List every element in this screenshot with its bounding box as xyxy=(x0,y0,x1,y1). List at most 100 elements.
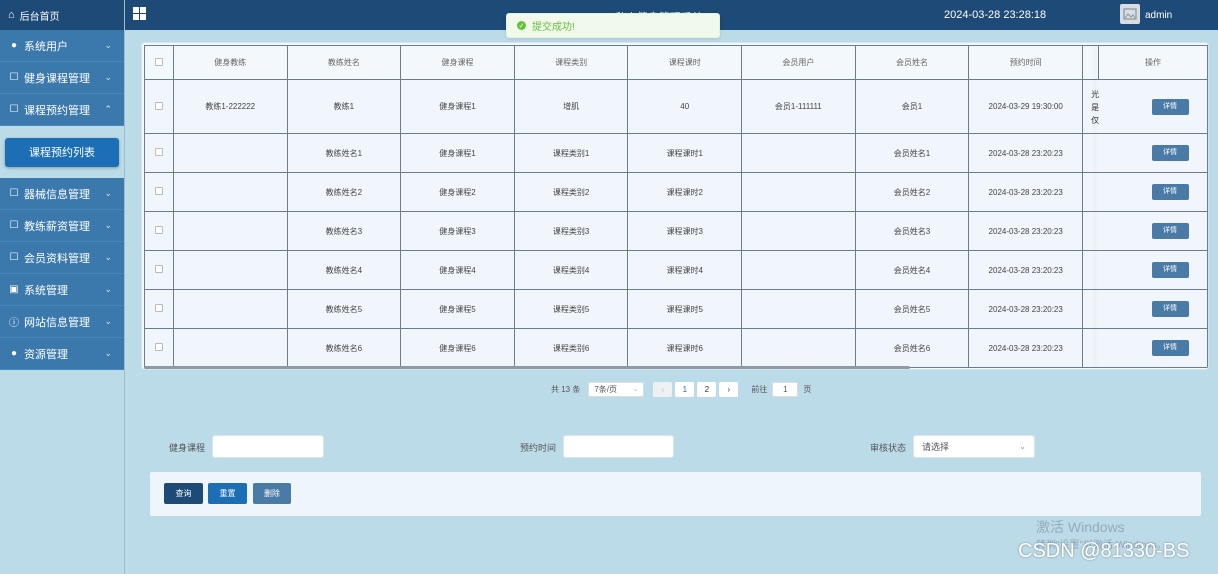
row-checkbox[interactable] xyxy=(154,101,163,110)
row-select-cell[interactable] xyxy=(144,328,174,368)
detail-button[interactable]: 详情 xyxy=(1151,184,1189,200)
row-checkbox[interactable] xyxy=(154,187,163,195)
row-checkbox[interactable] xyxy=(154,265,163,273)
row-select-cell[interactable] xyxy=(144,250,174,290)
table-cell: 健身课程1 xyxy=(400,133,515,173)
sidebar-item-system-users[interactable]: ● 系统用户 ⌄ xyxy=(0,30,124,62)
table-cell: 教练姓名6 xyxy=(286,328,402,368)
document-icon: ☐ xyxy=(9,220,19,231)
next-page-button[interactable]: › xyxy=(719,381,739,397)
delete-button[interactable]: 删除 xyxy=(253,483,291,504)
operation-cell: 详情 xyxy=(1082,172,1208,212)
select-all-checkbox[interactable] xyxy=(154,57,163,66)
row-checkbox[interactable] xyxy=(154,304,163,312)
chevron-down-icon: ⌄ xyxy=(104,40,112,50)
operation-cell: 详情 xyxy=(1082,133,1208,173)
username[interactable]: admin xyxy=(1145,10,1172,21)
detail-button[interactable]: 详情 xyxy=(1151,301,1189,317)
table-row: 教练姓名5 健身课程5 课程类别5 课程课时5 会员姓名5 2024-03-28… xyxy=(144,289,1208,329)
chevron-down-icon: ⌄ xyxy=(104,188,112,198)
table-cell: 2024-03-28 23:20:23 xyxy=(968,250,1084,290)
column-header[interactable]: 教练姓名 xyxy=(286,45,402,80)
table-cell: 教练姓名5 xyxy=(286,289,402,329)
detail-button[interactable]: 详情 xyxy=(1151,262,1189,278)
row-checkbox[interactable] xyxy=(154,343,163,351)
table-cell: 课程类别6 xyxy=(513,328,629,368)
image-icon xyxy=(1123,8,1137,20)
column-header[interactable]: 会员姓名 xyxy=(854,45,970,80)
sidebar-item-equipment[interactable]: ☐ 器械信息管理 ⌄ xyxy=(0,178,124,210)
chevron-down-icon: ⌄ xyxy=(104,72,112,82)
select-all-cell[interactable] xyxy=(144,45,174,80)
page-size-value: 7条/页 xyxy=(594,384,618,394)
detail-button[interactable]: 详情 xyxy=(1151,98,1189,115)
course-input[interactable] xyxy=(212,435,324,458)
chevron-up-icon: ⌃ xyxy=(104,104,112,114)
sidebar-home[interactable]: ⌂ 后台首页 xyxy=(0,0,124,30)
table-cell xyxy=(741,211,856,251)
page-size-select[interactable]: 7条/页 ⌄ xyxy=(588,381,645,397)
sidebar-item-members[interactable]: ☐ 会员资料管理 ⌄ xyxy=(0,242,124,274)
table-cell: 课程课时6 xyxy=(627,328,743,368)
column-header[interactable]: 课程类别 xyxy=(513,45,629,80)
sidebar-item-site-info[interactable]: ⓘ 网站信息管理 ⌄ xyxy=(0,306,124,338)
reset-button[interactable]: 重置 xyxy=(208,483,247,504)
row-checkbox[interactable] xyxy=(154,148,163,156)
jump-page-input[interactable]: 1 xyxy=(772,381,799,397)
table-cell xyxy=(172,172,288,212)
sidebar: ⌂ 后台首页 ● 系统用户 ⌄ ☐ 健身课程管理 ⌄ ☐ 课程预约管理 ⌃ 课程… xyxy=(0,0,125,574)
row-checkbox[interactable] xyxy=(154,226,163,234)
sidebar-item-resources[interactable]: ● 资源管理 ⌄ xyxy=(0,338,124,370)
prev-page-button[interactable]: ‹ xyxy=(653,381,673,397)
column-header[interactable]: 会员用户 xyxy=(741,45,856,80)
table-cell xyxy=(741,172,856,212)
sidebar-menu-rest: ☐ 器械信息管理 ⌄ ☐ 教练薪资管理 ⌄ ☐ 会员资料管理 ⌄ ▣ 系统管理 … xyxy=(0,178,124,370)
home-icon: ⌂ xyxy=(8,9,15,21)
table-cell: 会员姓名1 xyxy=(854,133,970,173)
table-row: 教练姓名3 健身课程3 课程类别3 课程课时3 会员姓名3 2024-03-28… xyxy=(144,211,1208,251)
detail-button[interactable]: 详情 xyxy=(1151,223,1189,239)
booking-time-input[interactable] xyxy=(563,435,674,458)
table-cell: 教练姓名1 xyxy=(286,133,402,173)
column-header[interactable]: 课程课时 xyxy=(627,45,743,80)
table-cell xyxy=(741,133,856,173)
sidebar-item-courses[interactable]: ☐ 健身课程管理 ⌄ xyxy=(0,62,124,94)
sidebar-subitem-booking-list[interactable]: 课程预约列表 xyxy=(5,137,119,167)
horizontal-scrollbar[interactable] xyxy=(144,366,910,369)
page-number-2[interactable]: 2 xyxy=(697,381,717,397)
table-cell xyxy=(741,289,856,329)
column-header[interactable]: 健身课程 xyxy=(400,45,515,80)
detail-button[interactable]: 详情 xyxy=(1151,340,1189,356)
row-select-cell[interactable] xyxy=(144,133,174,173)
check-circle-icon: ✓ xyxy=(517,21,526,30)
table-row: 教练1-222222 教练1 健身课程1 增肌 40 会员1-111111 会员… xyxy=(144,79,1208,134)
sidebar-home-label: 后台首页 xyxy=(19,11,60,23)
row-select-cell[interactable] xyxy=(144,172,174,212)
table-cell: 会员姓名4 xyxy=(854,250,970,290)
query-button[interactable]: 查询 xyxy=(164,483,203,504)
info-icon: ⓘ xyxy=(9,318,19,329)
row-select-cell[interactable] xyxy=(144,79,174,134)
page-number-1[interactable]: 1 xyxy=(675,381,695,397)
row-select-cell[interactable] xyxy=(144,211,174,251)
table-cell xyxy=(172,328,288,368)
sidebar-item-system[interactable]: ▣ 系统管理 ⌄ xyxy=(0,274,124,306)
sidebar-menu: ● 系统用户 ⌄ ☐ 健身课程管理 ⌄ ☐ 课程预约管理 ⌃ xyxy=(0,30,124,126)
column-header[interactable]: 预约时间 xyxy=(968,45,1084,80)
review-status-select[interactable]: 请选择 ⌄ xyxy=(913,435,1035,458)
sidebar-item-bookings[interactable]: ☐ 课程预约管理 ⌃ xyxy=(0,94,124,126)
column-header[interactable]: 健身教练 xyxy=(172,45,288,80)
table-cell: 会员姓名6 xyxy=(854,328,970,368)
chevron-down-icon: ⌄ xyxy=(1019,442,1026,451)
table-cell: 课程课时2 xyxy=(627,172,743,212)
table-cell: 健身课程6 xyxy=(400,328,515,368)
operation-cell: 详情 xyxy=(1082,250,1208,290)
sidebar-item-salary[interactable]: ☐ 教练薪资管理 ⌄ xyxy=(0,210,124,242)
sidebar-item-label: 系统管理 xyxy=(24,284,68,297)
course-label: 健身课程 xyxy=(169,443,206,453)
avatar[interactable] xyxy=(1120,4,1140,24)
row-select-cell[interactable] xyxy=(144,289,174,329)
detail-button[interactable]: 详情 xyxy=(1151,145,1189,161)
image-icon: ▣ xyxy=(9,284,19,295)
menu-grid-icon[interactable] xyxy=(133,7,146,20)
